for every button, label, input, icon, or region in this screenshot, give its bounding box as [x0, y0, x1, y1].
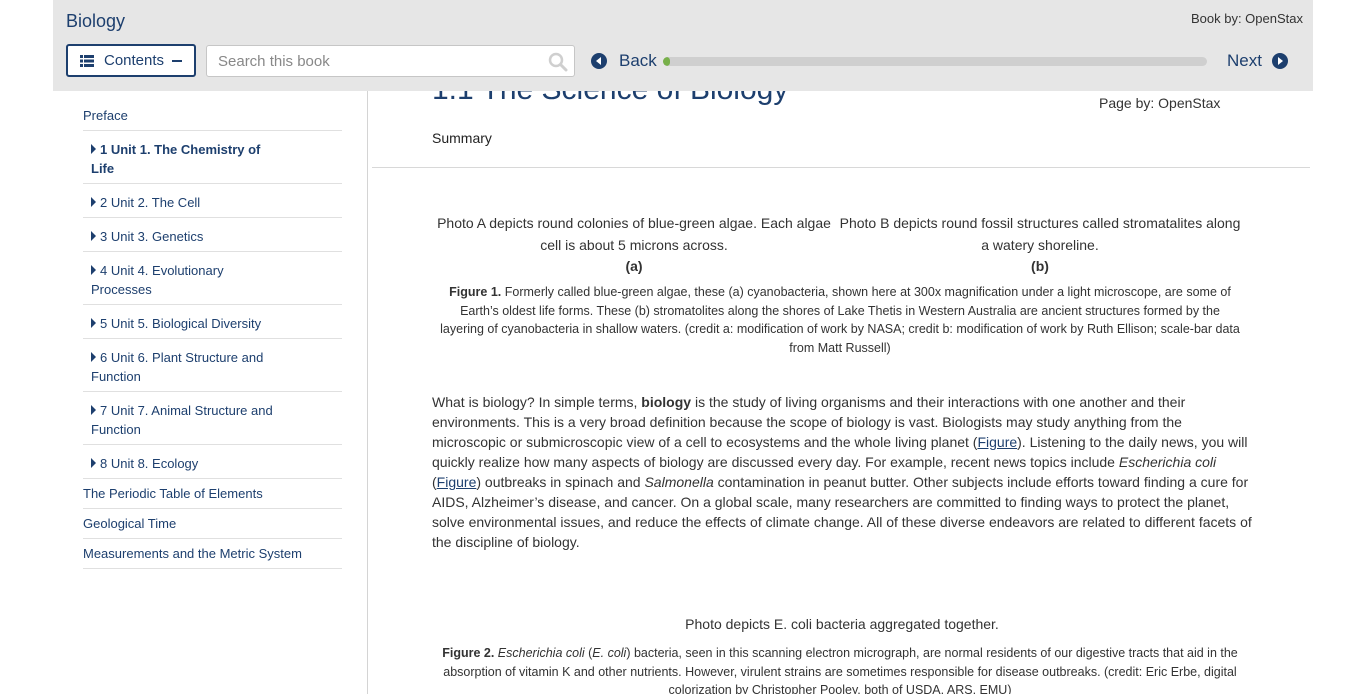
caption-italic: Escherichia coli	[497, 646, 585, 660]
arrow-right-circle-icon	[1271, 53, 1288, 69]
toc-item-unit-1[interactable]: 1 Unit 1. The Chemistry of Life	[83, 131, 342, 184]
summary-link[interactable]: Summary	[432, 130, 492, 146]
next-button[interactable]: Next	[1227, 51, 1288, 71]
toc-item-unit-4[interactable]: 4 Unit 4. Evolutionary Processes	[83, 252, 342, 305]
figure-link[interactable]: Figure	[977, 434, 1017, 450]
list-icon	[80, 54, 94, 67]
toc-item-periodic-table[interactable]: The Periodic Table of Elements	[83, 479, 342, 509]
book-title[interactable]: Biology	[66, 11, 125, 32]
toc-item-unit-6[interactable]: 6 Unit 6. Plant Structure and Function	[83, 339, 342, 392]
contents-button[interactable]: Contents	[66, 44, 196, 77]
caret-right-icon	[91, 405, 96, 415]
photo-b-alt-text: Photo B depicts round fossil structures …	[839, 215, 1241, 253]
figure-1-label: Figure 1.	[449, 285, 502, 299]
book-attribution: Book by: OpenStax	[1190, 11, 1303, 26]
figure-2-alt-text: Photo depicts E. coli bacteria aggregate…	[685, 616, 999, 632]
caret-right-icon	[91, 265, 96, 275]
caret-right-icon	[91, 144, 96, 154]
contents-label: Contents	[104, 52, 165, 69]
toc-item-preface[interactable]: Preface	[83, 104, 342, 131]
reading-progress-bar	[663, 57, 1207, 66]
caret-right-icon	[91, 197, 96, 207]
toolbar: Biology Book by: OpenStax Contents Back …	[53, 0, 1313, 91]
toc-item-measurements[interactable]: Measurements and the Metric System	[83, 539, 342, 569]
figure-link[interactable]: Figure	[437, 474, 477, 490]
page-attribution: Page by: OpenStax	[1099, 95, 1221, 111]
toc-item-label: 1 Unit 1. The Chemistry of Life	[91, 142, 261, 176]
photo-b-label: (b)	[1031, 258, 1049, 274]
para-italic: Escherichia coli	[1118, 454, 1217, 470]
toc-item-label: 3 Unit 3. Genetics	[100, 229, 204, 244]
toc-item-label: 7 Unit 7. Animal Structure and Function	[91, 403, 273, 437]
arrow-left-circle-icon	[591, 53, 607, 69]
minus-icon	[172, 60, 182, 62]
figure-1-text: Formerly called blue-green algae, these …	[440, 285, 1240, 355]
search-input[interactable]	[218, 46, 538, 76]
back-label: Back	[619, 51, 657, 70]
caret-right-icon	[91, 318, 96, 328]
progress-fill	[663, 57, 670, 66]
toc-list: Preface 1 Unit 1. The Chemistry of Life …	[83, 104, 342, 569]
toc-item-unit-8[interactable]: 8 Unit 8. Ecology	[83, 445, 342, 479]
photo-a-label: (a)	[625, 258, 643, 274]
toc-item-geological-time[interactable]: Geological Time	[83, 509, 342, 539]
caret-right-icon	[91, 231, 96, 241]
toc-item-unit-3[interactable]: 3 Unit 3. Genetics	[83, 218, 342, 252]
back-button[interactable]: Back	[591, 51, 657, 71]
para-text: ) outbreaks in spinach and	[476, 474, 645, 490]
toc-item-label: 4 Unit 4. Evolutionary Processes	[91, 263, 224, 297]
toc-item-label: 5 Unit 5. Biological Diversity	[100, 316, 262, 331]
photo-a-alt-text: Photo A depicts round colonies of blue-g…	[437, 215, 831, 253]
caret-right-icon	[91, 458, 96, 468]
divider	[372, 167, 1310, 168]
figure-1a: Photo A depicts round colonies of blue-g…	[433, 212, 835, 273]
toc-item-label: 8 Unit 8. Ecology	[100, 456, 199, 471]
key-term: biology	[641, 394, 692, 410]
body-paragraph: What is biology? In simple terms, biolog…	[432, 392, 1252, 552]
next-label: Next	[1227, 51, 1262, 70]
figure-2-caption: Figure 2. Escherichia coli (E. coli) bac…	[440, 644, 1240, 694]
table-of-contents-sidebar: Preface 1 Unit 1. The Chemistry of Life …	[53, 91, 368, 694]
toc-item-unit-2[interactable]: 2 Unit 2. The Cell	[83, 184, 342, 218]
page-title: 1.1 The Science of Biology	[432, 91, 788, 107]
toc-item-label: 6 Unit 6. Plant Structure and Function	[91, 350, 264, 384]
search-box[interactable]	[206, 45, 575, 77]
search-icon[interactable]	[548, 52, 568, 72]
caption-italic: E. coli	[592, 646, 627, 660]
main-content: 1.1 The Science of Biology Page by: Open…	[368, 91, 1366, 694]
toc-item-label: 2 Unit 2. The Cell	[100, 195, 201, 210]
toc-item-unit-5[interactable]: 5 Unit 5. Biological Diversity	[83, 305, 342, 339]
toc-item-unit-7[interactable]: 7 Unit 7. Animal Structure and Function	[83, 392, 342, 445]
figure-1-caption: Figure 1. Formerly called blue-green alg…	[440, 283, 1240, 357]
figure-1b: Photo B depicts round fossil structures …	[839, 212, 1241, 273]
caret-right-icon	[91, 352, 96, 362]
figure-2-label: Figure 2.	[442, 646, 495, 660]
para-text: What is biology? In simple terms,	[432, 394, 642, 410]
para-italic: Salmonella	[644, 474, 714, 490]
